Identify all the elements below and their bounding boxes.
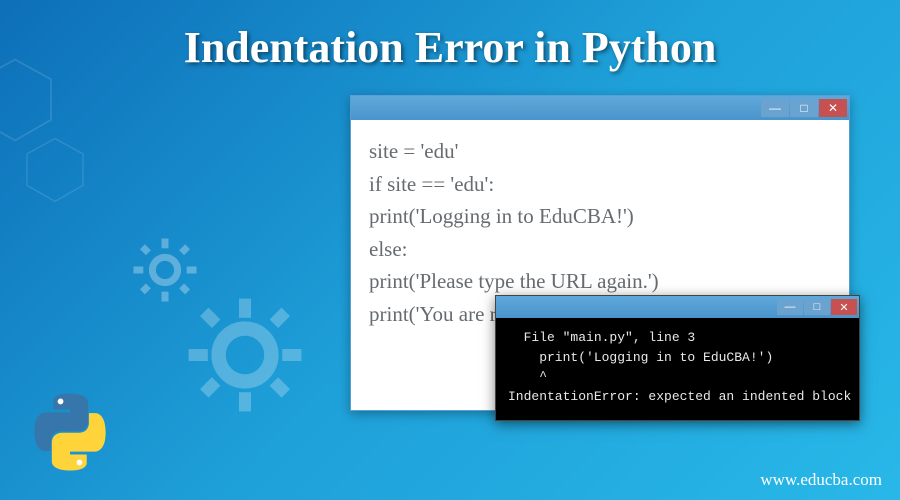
python-logo-icon [30,392,110,472]
terminal-window: — □ ✕ File "main.py", line 3 print('Logg… [495,295,860,421]
gear-icon [185,295,305,415]
code-line: print('Please type the URL again.') [369,265,831,298]
terminal-line: File "main.py", line 3 [508,330,695,345]
terminal-line: ^ [508,369,547,384]
editor-titlebar: — □ ✕ [351,96,849,120]
page-title: Indentation Error in Python [184,22,717,73]
minimize-button[interactable]: — [777,299,803,315]
terminal-line: print('Logging in to EduCBA!') [508,350,773,365]
close-button[interactable]: ✕ [831,299,857,315]
close-button[interactable]: ✕ [819,99,847,117]
website-url: www.educba.com [760,470,882,490]
bg-hexagon [20,120,90,220]
code-line: site = 'edu' [369,135,831,168]
code-line: if site == 'edu': [369,168,831,201]
code-line: print('Logging in to EduCBA!') [369,200,831,233]
maximize-button[interactable]: □ [804,299,830,315]
code-line: else: [369,233,831,266]
maximize-button[interactable]: □ [790,99,818,117]
terminal-line: IndentationError: expected an indented b… [508,389,851,404]
terminal-content: File "main.py", line 3 print('Logging in… [496,318,859,420]
terminal-titlebar: — □ ✕ [496,296,859,318]
minimize-button[interactable]: — [761,99,789,117]
